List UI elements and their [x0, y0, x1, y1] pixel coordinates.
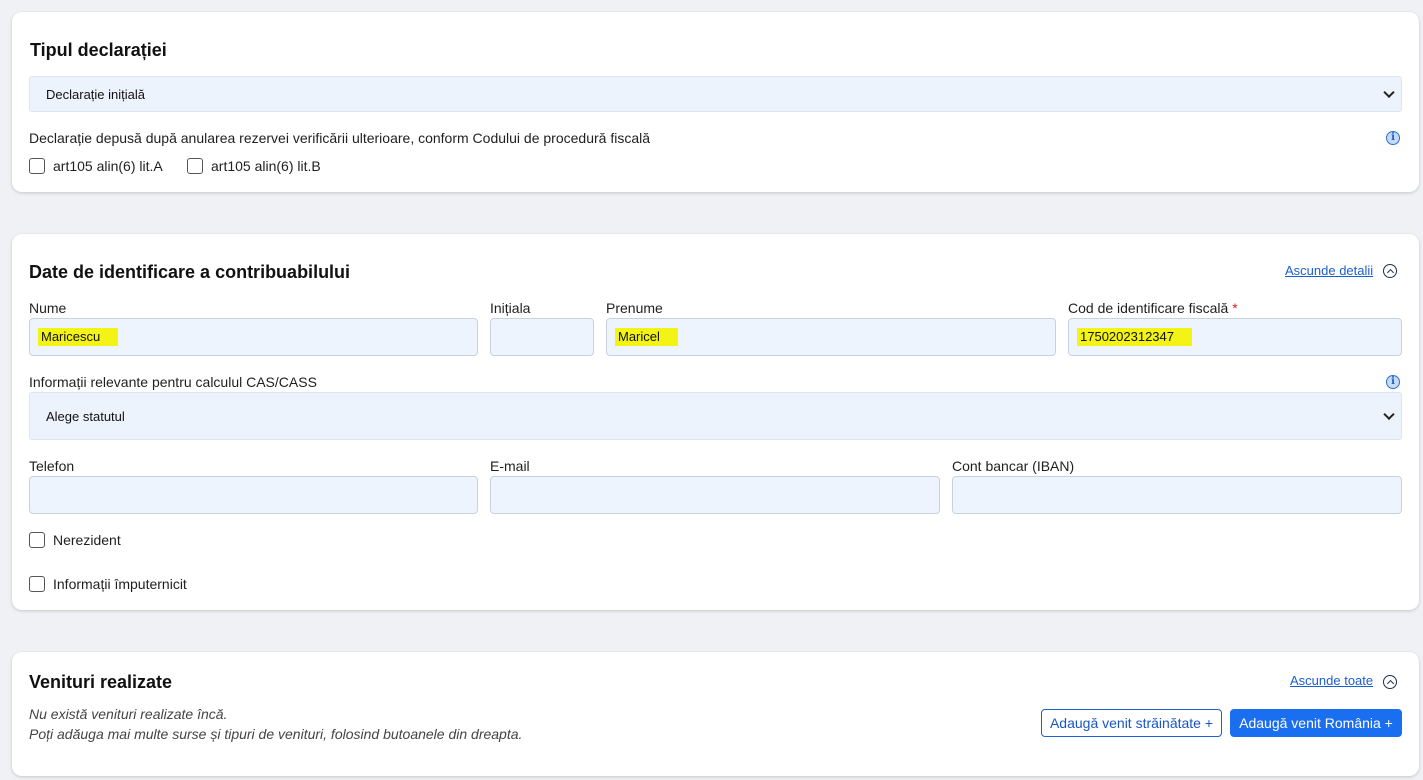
declaration-type-title: Tipul declarației	[30, 40, 167, 60]
cif-value: 1750202312347	[1077, 328, 1192, 346]
info-icon[interactable]: i	[1386, 375, 1400, 389]
chevron-up-circle-icon[interactable]	[1383, 264, 1397, 278]
imputernicit-label: Informații împuternicit	[53, 576, 187, 592]
nerezident-checkbox[interactable]	[29, 532, 45, 548]
income-title: Venituri realizate	[29, 672, 173, 692]
iban-input[interactable]	[952, 476, 1402, 514]
telefon-label: Telefon	[29, 458, 75, 474]
imputernicit-checkbox[interactable]	[29, 576, 45, 592]
nume-value: Maricescu	[38, 328, 119, 346]
identification-card: Date de identificare a contribuabilului …	[12, 234, 1419, 610]
required-mark: *	[1232, 300, 1238, 316]
chevron-up-circle-icon[interactable]	[1383, 675, 1397, 689]
hide-details-link[interactable]: Ascunde detalii	[1285, 263, 1373, 278]
declaration-type-card: Tipul declarației Declarație inițială De…	[12, 12, 1419, 192]
income-card: Venituri realizate Ascunde toate Nu exis…	[12, 652, 1419, 776]
declaration-note: Declarație depusă după anularea rezervei…	[29, 130, 650, 146]
chevron-down-icon	[1383, 408, 1395, 421]
initiala-label: Inițiala	[490, 300, 531, 316]
prenume-label: Prenume	[606, 300, 663, 316]
nume-input[interactable]: Maricescu	[29, 318, 478, 356]
cas-cass-select-value: Alege statutul	[46, 408, 125, 424]
chevron-down-icon	[1383, 86, 1395, 99]
nume-label: Nume	[29, 300, 67, 316]
prenume-input[interactable]: Maricel	[606, 318, 1056, 356]
declaration-type-select[interactable]: Declarație inițială	[29, 76, 1402, 112]
email-label: E-mail	[490, 458, 530, 474]
telefon-input[interactable]	[29, 476, 478, 514]
income-hint-message: Poți adăuga mai multe surse și tipuri de…	[29, 726, 523, 742]
art105-b-checkbox[interactable]	[187, 158, 203, 174]
hide-all-link[interactable]: Ascunde toate	[1290, 673, 1373, 688]
cas-cass-label: Informații relevante pentru calculul CAS…	[29, 374, 317, 390]
art105-a-label: art105 alin(6) lit.A	[53, 158, 163, 174]
prenume-value: Maricel	[615, 328, 678, 346]
cif-label-text: Cod de identificare fiscală	[1068, 300, 1229, 316]
declaration-type-select-value: Declarație inițială	[46, 86, 145, 102]
cif-input[interactable]: 1750202312347	[1068, 318, 1402, 356]
art105-b-label: art105 alin(6) lit.B	[211, 158, 321, 174]
cif-label: Cod de identificare fiscală *	[1068, 300, 1238, 316]
email-input[interactable]	[490, 476, 940, 514]
iban-label: Cont bancar (IBAN)	[952, 458, 1075, 474]
art105-a-checkbox[interactable]	[29, 158, 45, 174]
identification-title: Date de identificare a contribuabilului	[29, 262, 351, 282]
nerezident-label: Nerezident	[53, 532, 121, 548]
cas-cass-select[interactable]: Alege statutul	[29, 392, 1402, 440]
income-empty-message: Nu există venituri realizate încă.	[29, 706, 228, 722]
info-icon[interactable]: i	[1386, 131, 1400, 145]
add-romania-income-button[interactable]: Adaugă venit România +	[1230, 709, 1402, 737]
initiala-input[interactable]	[490, 318, 594, 356]
add-foreign-income-button[interactable]: Adaugă venit străinătate +	[1041, 709, 1222, 737]
